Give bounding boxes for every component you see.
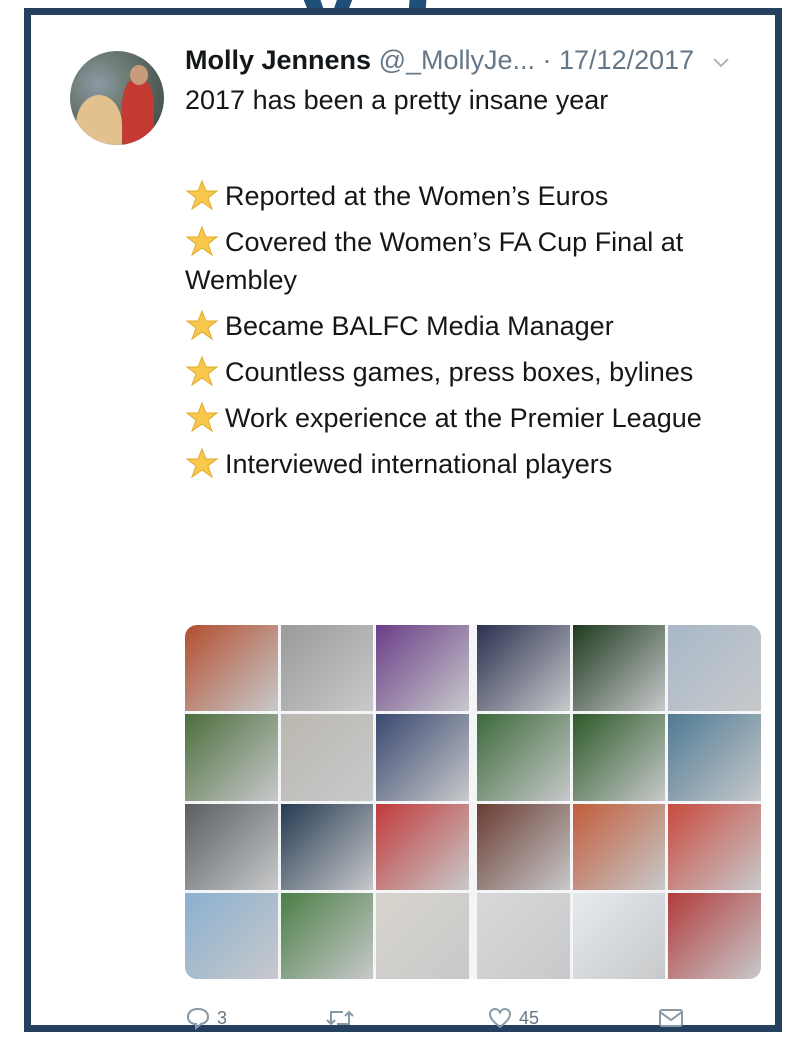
star-icon (185, 447, 219, 479)
tweet-date[interactable]: · 17/12/2017 (543, 45, 695, 75)
collage-photo (376, 625, 469, 712)
list-item-text: Work experience at the Premier League (225, 403, 702, 433)
retweet-button[interactable] (325, 1000, 361, 1036)
avatar[interactable] (70, 51, 164, 145)
star-icon (185, 179, 219, 211)
tweet-actions: 3 45 (185, 1000, 705, 1036)
envelope-icon (659, 1009, 683, 1027)
list-item: Work experience at the Premier League (185, 399, 765, 437)
retweet-icon (326, 1010, 354, 1026)
list-item-text: Reported at the Women’s Euros (225, 181, 609, 211)
media-collage-left[interactable] (185, 625, 469, 979)
collage-photo (280, 714, 374, 801)
collage-photo (668, 625, 761, 712)
list-item-text: Interviewed international players (225, 449, 613, 479)
star-icon (185, 401, 219, 433)
reply-button[interactable]: 3 (185, 1000, 227, 1036)
collage-photo (572, 803, 666, 890)
collage-photo (572, 625, 666, 712)
collage-photo (185, 892, 278, 979)
like-count: 45 (519, 1007, 540, 1028)
list-item-text: Countless games, press boxes, bylines (225, 357, 694, 387)
collage-photo (185, 625, 278, 712)
collage-photo (668, 803, 761, 890)
collage-photo (477, 892, 570, 979)
star-icon (185, 309, 219, 341)
collage-photo (477, 625, 570, 712)
collage-photo (376, 714, 469, 801)
collage-photo (477, 803, 570, 890)
tweet-media (185, 625, 761, 979)
collage-photo (280, 625, 374, 712)
tweet-header: Molly Jennens @_MollyJe... · 17/12/2017 (185, 45, 730, 76)
tweet-card: Molly Jennens @_MollyJe... · 17/12/2017 … (24, 8, 782, 1032)
list-item: Reported at the Women’s Euros (185, 177, 765, 215)
collage-photo (668, 892, 761, 979)
list-item-text: Covered the Women’s FA Cup Final at Wemb… (185, 227, 684, 295)
reply-count: 3 (217, 1007, 228, 1028)
collage-photo (668, 714, 761, 801)
direct-message-button[interactable] (657, 1000, 685, 1036)
collage-photo (185, 714, 278, 801)
star-icon (185, 355, 219, 387)
chevron-down-icon[interactable] (712, 45, 730, 76)
author-name[interactable]: Molly Jennens (185, 45, 371, 75)
list-item: Countless games, press boxes, bylines (185, 353, 765, 391)
tweet-achievement-list: Reported at the Women’s Euros Covered th… (185, 177, 765, 483)
collage-photo (376, 803, 469, 890)
reply-icon (186, 1007, 210, 1030)
like-button[interactable]: 45 (487, 1000, 539, 1036)
media-collage-right[interactable] (477, 625, 761, 979)
star-icon (185, 225, 219, 257)
collage-photo (280, 803, 374, 890)
list-item: Became BALFC Media Manager (185, 307, 765, 345)
tweet-text-first-line: 2017 has been a pretty insane year (185, 85, 609, 115)
list-item-text: Became BALFC Media Manager (225, 311, 614, 341)
list-item: Interviewed international players (185, 445, 765, 483)
list-item: Covered the Women’s FA Cup Final at Wemb… (185, 223, 765, 299)
collage-photo (185, 803, 278, 890)
heart-icon (488, 1007, 512, 1029)
collage-photo (280, 892, 374, 979)
collage-photo (477, 714, 570, 801)
collage-photo (376, 892, 469, 979)
collage-photo (572, 892, 666, 979)
author-handle[interactable]: @_MollyJe... (379, 45, 535, 75)
collage-photo (572, 714, 666, 801)
